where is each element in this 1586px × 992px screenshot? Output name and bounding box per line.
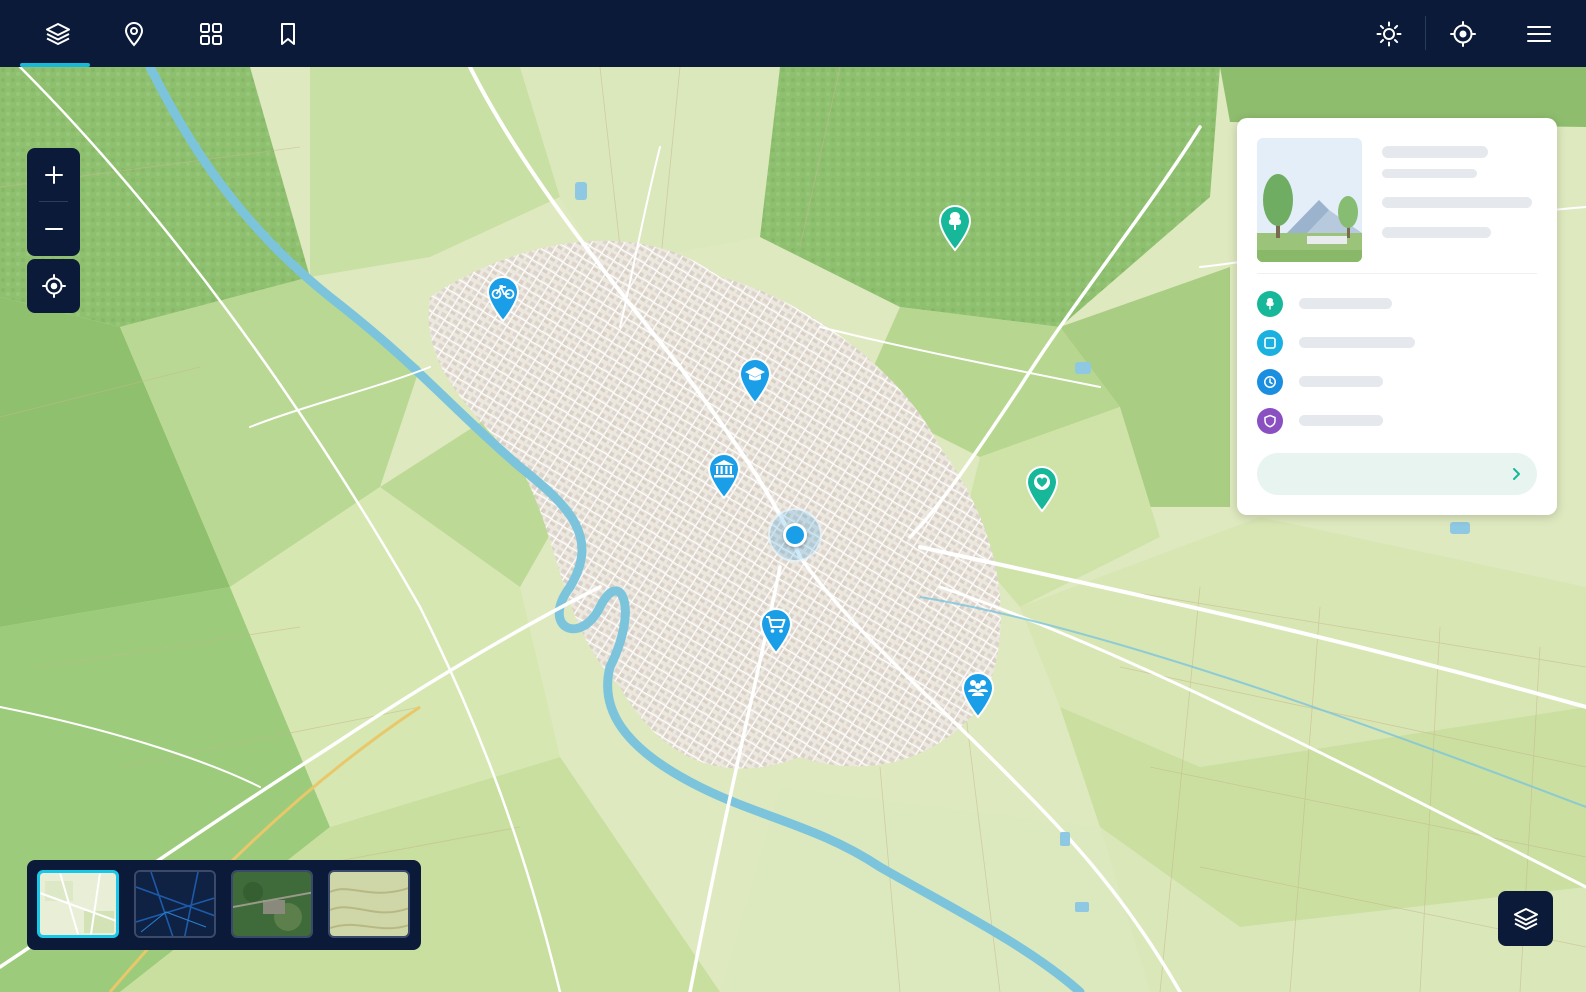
marker-bicycle[interactable] [485, 275, 521, 323]
brightness-button[interactable] [1369, 14, 1409, 54]
current-location-marker [768, 508, 822, 562]
basemap-satellite[interactable] [231, 870, 313, 938]
detail-placeholder-3 [1299, 376, 1383, 387]
zoom-controls [27, 148, 80, 256]
layers-icon [46, 23, 70, 45]
tree-icon [1266, 298, 1274, 310]
menu-icon [1527, 26, 1551, 42]
grid-icon [200, 23, 222, 45]
toolbar-divider [1425, 16, 1426, 50]
heart-icon [1034, 474, 1050, 490]
square-icon [1264, 337, 1276, 349]
marker-school[interactable] [737, 357, 773, 405]
basemap-terrain[interactable] [328, 870, 410, 938]
minus-icon [44, 228, 63, 230]
clock-icon [1264, 376, 1276, 388]
crosshair-icon [41, 274, 66, 298]
detail-placeholder-2 [1299, 337, 1415, 348]
locate-button[interactable] [1443, 14, 1483, 54]
bookmarks-tab-button[interactable] [268, 14, 308, 54]
layers-button[interactable] [1498, 891, 1553, 946]
marker-park[interactable] [937, 204, 973, 252]
row-square-icon [1257, 330, 1283, 356]
places-tab-button[interactable] [114, 14, 154, 54]
basemap-switcher [27, 860, 421, 950]
map-pin-icon [124, 22, 144, 47]
description-placeholder-2 [1382, 227, 1491, 238]
active-tab-indicator [20, 63, 90, 67]
chevron-right-icon [1513, 468, 1520, 480]
layers-icon [1513, 907, 1538, 930]
top-toolbar [0, 0, 1586, 67]
marker-community[interactable] [960, 671, 996, 719]
locate-icon [1450, 21, 1476, 47]
shield-icon [1264, 414, 1276, 428]
detail-placeholder-1 [1299, 298, 1392, 309]
menu-button[interactable] [1519, 14, 1559, 54]
place-thumbnail [1257, 138, 1362, 262]
basemap-light[interactable] [37, 870, 119, 938]
recenter-button[interactable] [27, 259, 80, 313]
row-clock-icon [1257, 369, 1283, 395]
panel-divider [1257, 273, 1537, 274]
zoom-out-button[interactable] [27, 202, 80, 256]
categories-tab-button[interactable] [191, 14, 231, 54]
title-placeholder [1382, 146, 1488, 158]
bookmark-icon [281, 23, 295, 45]
subtitle-placeholder [1382, 169, 1477, 178]
brightness-icon [1376, 21, 1402, 47]
row-shield-icon [1257, 408, 1283, 434]
basemap-dark[interactable] [134, 870, 216, 938]
zoom-in-button[interactable] [27, 148, 80, 202]
marker-health[interactable] [1024, 465, 1060, 513]
description-placeholder [1382, 197, 1532, 208]
detail-placeholder-4 [1299, 415, 1383, 426]
layers-tab-button[interactable] [38, 14, 78, 54]
plus-icon [44, 166, 63, 184]
row-tree-icon [1257, 291, 1283, 317]
marker-museum[interactable] [706, 452, 742, 500]
place-info-panel [1237, 118, 1557, 515]
current-location-dot [783, 523, 807, 547]
panel-action-button[interactable] [1257, 453, 1537, 495]
marker-shopping[interactable] [758, 607, 794, 655]
